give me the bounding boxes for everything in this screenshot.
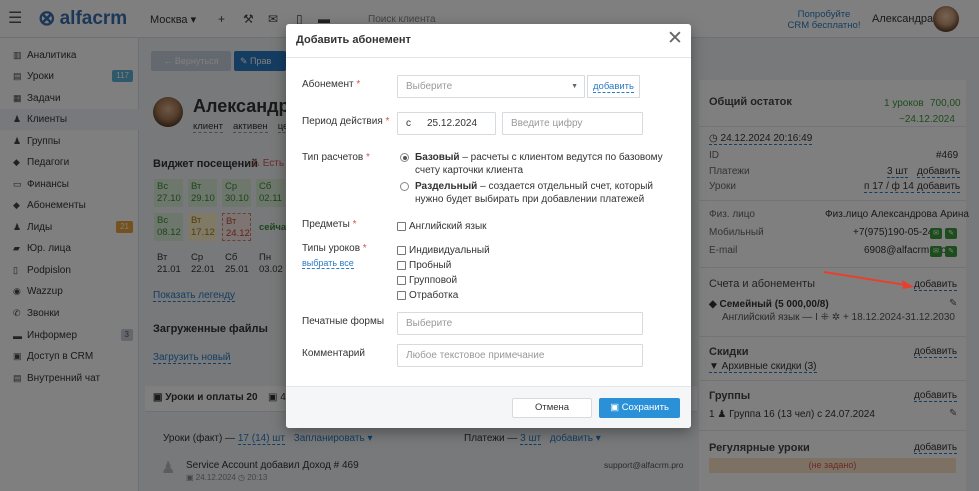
subscription-select[interactable]: Выберите ▼ [397,75,585,98]
comment-label: Комментарий [302,348,365,359]
calc-separate-text: Раздельный – создается отдельный счет, к… [415,181,653,205]
cancel-button[interactable]: Отмена [512,398,592,418]
print-forms-select[interactable]: Выберите [397,312,643,335]
close-icon[interactable]: ✕ [667,29,683,48]
comment-textarea[interactable]: Любое текстовое примечание [397,344,643,367]
print-forms-label: Печатные формы [302,316,385,327]
subscription-label: Абонемент * [302,79,361,90]
chevron-down-icon: ▼ [571,83,578,90]
subjects-label: Предметы * [302,219,357,230]
period-date-input[interactable]: с 25.12.2024 [397,112,496,135]
calc-type-label: Тип расчетов * [302,152,370,163]
subject-english-checkbox[interactable] [397,222,406,231]
lesson-type-checkbox[interactable] [397,291,406,300]
lesson-type-checkbox[interactable] [397,261,406,270]
add-subscription-modal: Добавить абонемент ✕ Абонемент * Выберит… [286,24,691,428]
modal-title: Добавить абонемент [296,34,411,46]
calc-basic-text: Базовый – расчеты с клиентом ведутся по … [415,152,663,176]
subscription-add-button[interactable]: добавить [587,75,640,98]
lesson-type-label: Отработка [409,290,459,301]
lesson-type-checkbox[interactable] [397,246,406,255]
lesson-type-checkbox[interactable] [397,276,406,285]
save-button[interactable]: ▣ Сохранить [599,398,680,418]
calc-separate-radio[interactable] [400,182,409,191]
period-label: Период действия * [302,116,390,127]
lesson-type-label: Индивидуальный [409,245,490,256]
lesson-type-label: Групповой [409,275,458,286]
calc-basic-radio[interactable] [400,153,409,162]
divider [286,57,691,58]
lesson-type-label: Пробный [409,260,452,271]
period-number-input[interactable]: Введите цифру [502,112,643,135]
lesson-types-label: Типы уроков * [302,243,367,254]
subject-english-label: Английский язык [409,221,487,232]
select-all-link[interactable]: выбрать все [302,258,354,269]
annotation-arrow-icon [823,271,914,289]
